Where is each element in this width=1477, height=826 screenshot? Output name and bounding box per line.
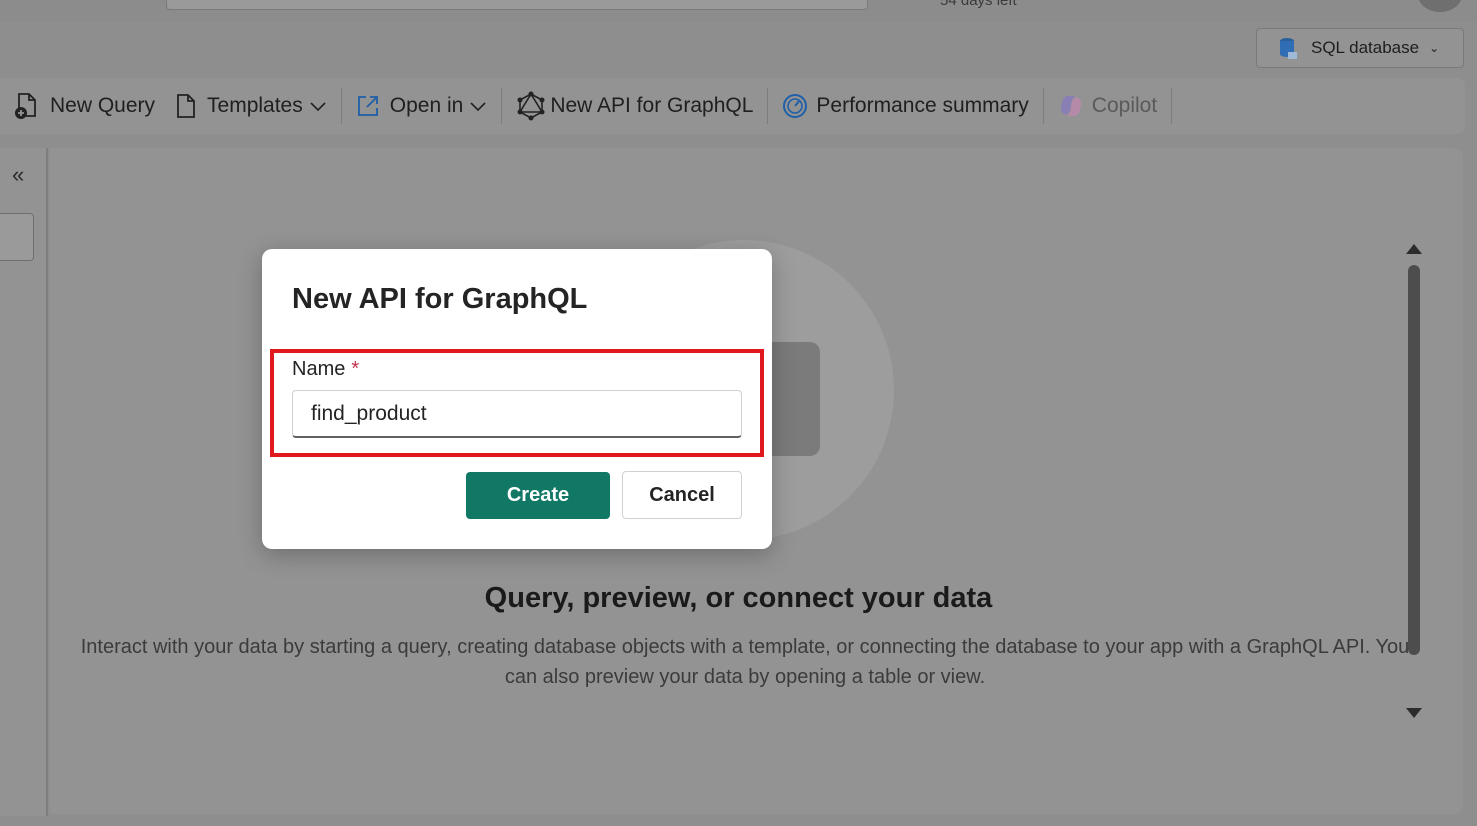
templates-label: Templates bbox=[207, 94, 303, 117]
empty-state-description: Interact with your data by starting a qu… bbox=[80, 636, 1410, 688]
open-external-icon bbox=[357, 96, 378, 116]
empty-state-title: Query, preview, or connect your data bbox=[484, 582, 993, 614]
copilot-icon bbox=[1060, 95, 1081, 117]
sql-database-icon bbox=[1280, 38, 1297, 59]
toolbar-divider bbox=[340, 88, 342, 124]
name-field-label: Name * bbox=[292, 358, 359, 381]
name-label-text: Name bbox=[292, 358, 346, 380]
copilot-label: Copilot bbox=[1091, 94, 1158, 117]
name-input[interactable] bbox=[292, 390, 742, 438]
performance-summary-button[interactable]: Performance summary bbox=[782, 78, 1029, 134]
new-query-button[interactable]: New Query bbox=[14, 78, 155, 134]
chevron-down-icon bbox=[310, 102, 326, 112]
toolbar-divider bbox=[1171, 88, 1173, 124]
cancel-button[interactable]: Cancel bbox=[622, 471, 742, 519]
new-query-icon bbox=[15, 93, 36, 119]
templates-dropdown[interactable]: Templates bbox=[175, 78, 327, 134]
new-graphql-api-dialog: New API for GraphQL Name* Create Cancel bbox=[262, 249, 772, 549]
chevron-down-icon: ⌄ bbox=[1429, 41, 1440, 55]
open-in-dropdown[interactable]: Open in bbox=[356, 78, 488, 134]
document-icon bbox=[177, 94, 195, 118]
toolbar-divider bbox=[501, 88, 503, 124]
database-type-label: SQL database bbox=[1311, 38, 1420, 57]
trial-status-text: 54 days left bbox=[940, 0, 1017, 9]
copilot-button[interactable]: Copilot bbox=[1058, 78, 1157, 134]
new-query-label: New Query bbox=[50, 94, 156, 117]
scroll-down-arrow-icon[interactable] bbox=[1406, 708, 1422, 718]
scroll-up-arrow-icon[interactable] bbox=[1406, 244, 1422, 254]
collapse-panel-icon[interactable]: « bbox=[12, 162, 24, 188]
open-in-label: Open in bbox=[389, 94, 464, 117]
toolbar-divider bbox=[767, 88, 769, 124]
performance-summary-label: Performance summary bbox=[816, 94, 1029, 117]
database-type-selector[interactable]: SQL database ⌄ bbox=[1256, 28, 1464, 68]
scrollbar-thumb[interactable] bbox=[1408, 265, 1420, 655]
explorer-search-box[interactable] bbox=[0, 213, 34, 261]
graphql-icon bbox=[517, 91, 545, 121]
required-marker: * bbox=[351, 358, 360, 380]
chevron-down-icon bbox=[470, 102, 486, 112]
ribbon-toolbar: New Query Templates Open in New API for … bbox=[0, 78, 1465, 134]
dialog-title: New API for GraphQL bbox=[292, 283, 588, 315]
new-api-graphql-button[interactable]: New API for GraphQL bbox=[516, 78, 753, 134]
toolbar-divider bbox=[1042, 88, 1044, 124]
new-api-graphql-label: New API for GraphQL bbox=[550, 94, 754, 117]
create-button[interactable]: Create bbox=[466, 472, 610, 519]
gauge-icon bbox=[783, 94, 808, 118]
global-search-box[interactable] bbox=[166, 0, 868, 10]
